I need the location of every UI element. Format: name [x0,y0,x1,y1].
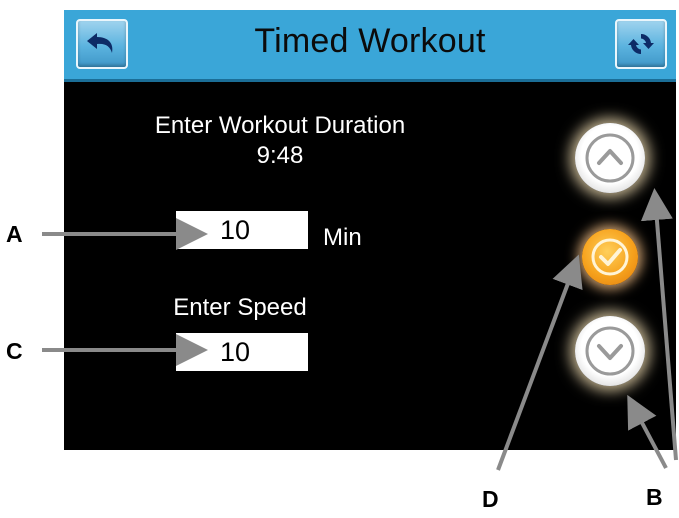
arrow-b-down [627,394,668,469]
annotation-a: A [6,221,23,247]
arrow-d [496,254,583,471]
annotation-d: D [482,486,499,512]
callout-arrows [42,188,678,471]
annotation-c: C [6,338,23,364]
annotation-b: B [646,484,663,510]
arrow-b-up [640,188,678,461]
